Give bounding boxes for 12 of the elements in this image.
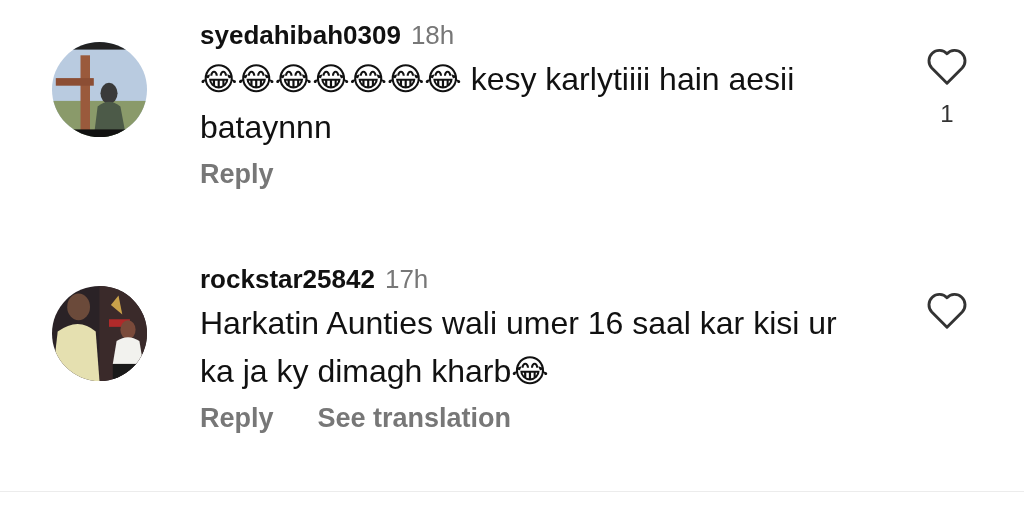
username[interactable]: syedahibah0309: [200, 20, 401, 51]
translation-link[interactable]: See translation: [317, 403, 512, 434]
timestamp: 18h: [410, 20, 455, 51]
heart-icon[interactable]: [926, 292, 968, 330]
heart-icon[interactable]: [926, 48, 968, 86]
like-count: 1: [940, 100, 954, 128]
reply-link[interactable]: Reply: [200, 159, 274, 190]
timestamp: 17h: [384, 264, 429, 295]
comment-text: 😂😂😂😂😂😂😂 kesy karlytiiii hain aesii bataynnn: [200, 60, 796, 147]
comment-text: Harkatin Aunties wali umer 16 saal kar kisi ur ka ja ky dimagh kharb😂: [200, 304, 838, 391]
reply-link[interactable]: Reply: [200, 403, 274, 434]
username[interactable]: rockstar25842: [200, 264, 375, 295]
